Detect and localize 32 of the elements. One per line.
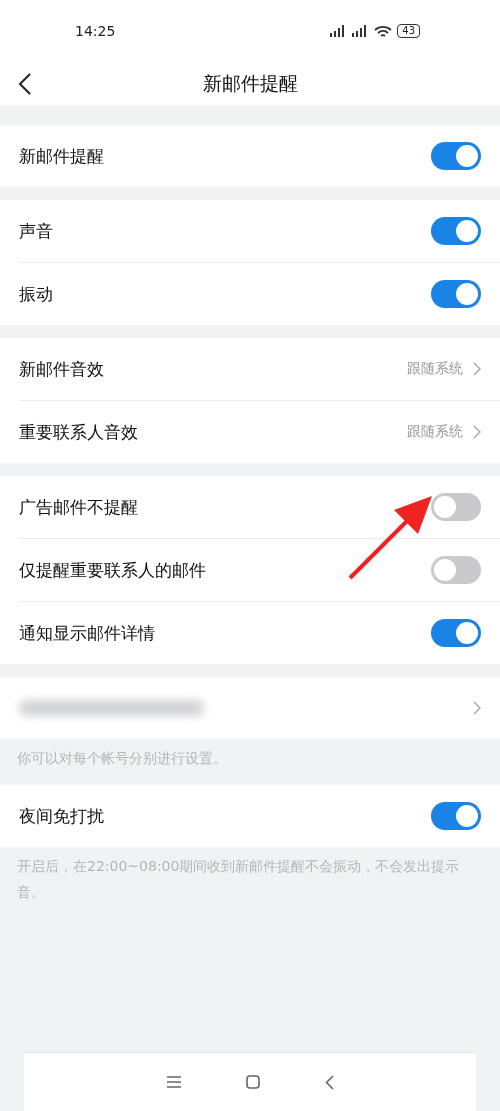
chevron-right-icon <box>473 701 481 715</box>
home-icon[interactable] <box>245 1075 260 1089</box>
setting-label: 振动 <box>19 282 53 306</box>
wifi-icon <box>374 24 393 38</box>
setting-label: 声音 <box>19 219 53 243</box>
toggle-switch[interactable] <box>431 142 481 170</box>
battery-level: 43 <box>397 24 420 38</box>
toggle-switch[interactable] <box>431 217 481 245</box>
toggle-switch[interactable] <box>431 493 481 521</box>
setting-label: 通知显示邮件详情 <box>19 621 155 645</box>
setting-label: 重要联系人音效 <box>19 420 138 444</box>
setting-label: 夜间免打扰 <box>19 804 104 828</box>
status-time: 14:25 <box>75 23 116 39</box>
chevron-right-icon <box>473 425 481 439</box>
setting-row[interactable]: 新邮件音效 跟随系统 <box>19 338 500 401</box>
toggle-switch[interactable] <box>431 802 481 830</box>
chevron-right-icon <box>473 362 481 376</box>
setting-label: 仅提醒重要联系人的邮件 <box>19 558 206 582</box>
back-icon[interactable] <box>18 73 32 95</box>
setting-label: 广告邮件不提醒 <box>19 495 138 519</box>
setting-label: 新邮件提醒 <box>19 144 104 168</box>
setting-value: 跟随系统 <box>407 360 463 378</box>
menu-icon[interactable] <box>166 1076 181 1088</box>
setting-value: 跟随系统 <box>407 423 463 441</box>
setting-label: 新邮件音效 <box>19 357 104 381</box>
hint-text: 你可以对每个帐号分别进行设置。 <box>16 749 228 768</box>
toggle-switch[interactable] <box>431 556 481 584</box>
toggle-switch[interactable] <box>431 619 481 647</box>
toggle-switch[interactable] <box>431 280 481 308</box>
hint-text: 开启后，在22:00~08:00期间收到新邮件提醒不会振动，不会发出提示音。 <box>16 857 461 902</box>
setting-row[interactable]: 重要联系人音效 跟随系统 <box>19 401 500 463</box>
page-title: 新邮件提醒 <box>202 70 298 96</box>
